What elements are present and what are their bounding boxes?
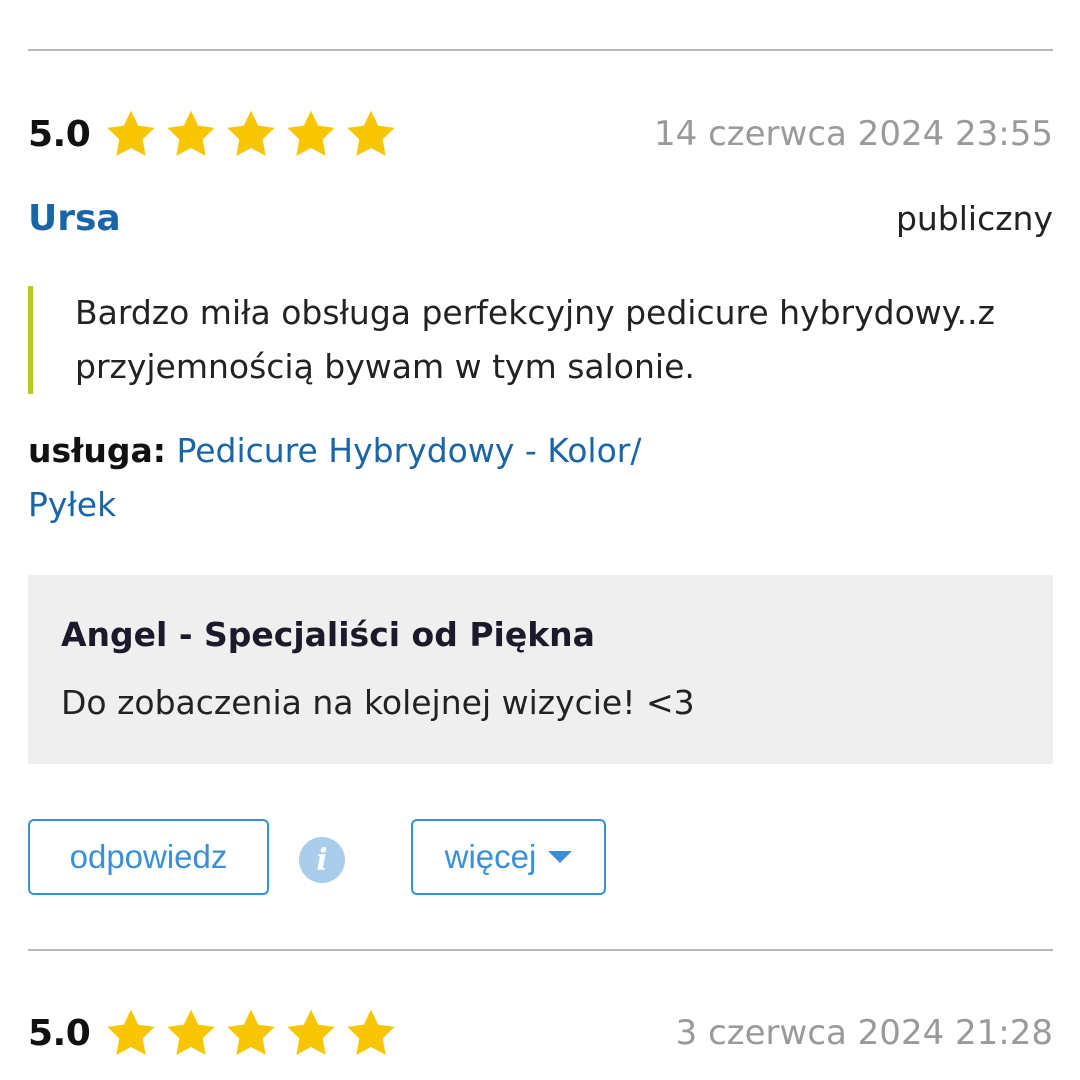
star-icon <box>344 107 398 161</box>
rating-score: 5.0 <box>28 113 91 155</box>
review-rating-row: 5.0 3 czerwca 2024 21:28 <box>28 1003 1053 1063</box>
review-text: Bardzo miła obsługa perfekcyjny pedicure… <box>75 293 995 386</box>
business-reply: Angel - Specjaliści od Piękna Do zobacze… <box>28 575 1053 764</box>
review-service: usługa: Pedicure Hybrydowy - Kolor/ Pyłe… <box>28 424 668 532</box>
star-rating <box>104 1006 398 1060</box>
review-date: 3 czerwca 2024 21:28 <box>675 1013 1053 1053</box>
info-icon[interactable]: i <box>299 837 345 883</box>
info-icon-glyph: i <box>316 842 328 878</box>
review-divider-top <box>28 49 1053 51</box>
review-date: 14 czerwca 2024 23:55 <box>654 114 1053 154</box>
review-quote: Bardzo miła obsługa perfekcyjny pedicure… <box>28 286 1028 394</box>
review-author-link[interactable]: Ursa <box>28 198 121 239</box>
star-icon <box>104 107 158 161</box>
reply-author: Angel - Specjaliści od Piękna <box>61 615 595 654</box>
reply-text: Do zobaczenia na kolejnej wizycie! <3 <box>61 683 695 722</box>
star-icon <box>164 1006 218 1060</box>
review-visibility: publiczny <box>895 198 1053 238</box>
reply-button-label: odpowiedz <box>69 838 228 875</box>
star-icon <box>284 1006 338 1060</box>
star-icon <box>344 1006 398 1060</box>
star-icon <box>224 1006 278 1060</box>
star-rating <box>104 107 398 161</box>
review-author-row: Ursa publiczny <box>28 190 1053 246</box>
star-icon <box>104 1006 158 1060</box>
more-button[interactable]: więcej <box>411 819 606 895</box>
more-button-label: więcej <box>444 838 537 875</box>
star-icon <box>224 107 278 161</box>
service-label: usługa: <box>28 431 166 470</box>
star-icon <box>284 107 338 161</box>
review-divider <box>28 949 1053 951</box>
chevron-down-icon <box>548 851 573 863</box>
star-icon <box>164 107 218 161</box>
review-rating-row: 5.0 14 czerwca 2024 23:55 <box>28 104 1053 164</box>
rating-score: 5.0 <box>28 1012 91 1054</box>
reply-button[interactable]: odpowiedz <box>28 819 269 895</box>
